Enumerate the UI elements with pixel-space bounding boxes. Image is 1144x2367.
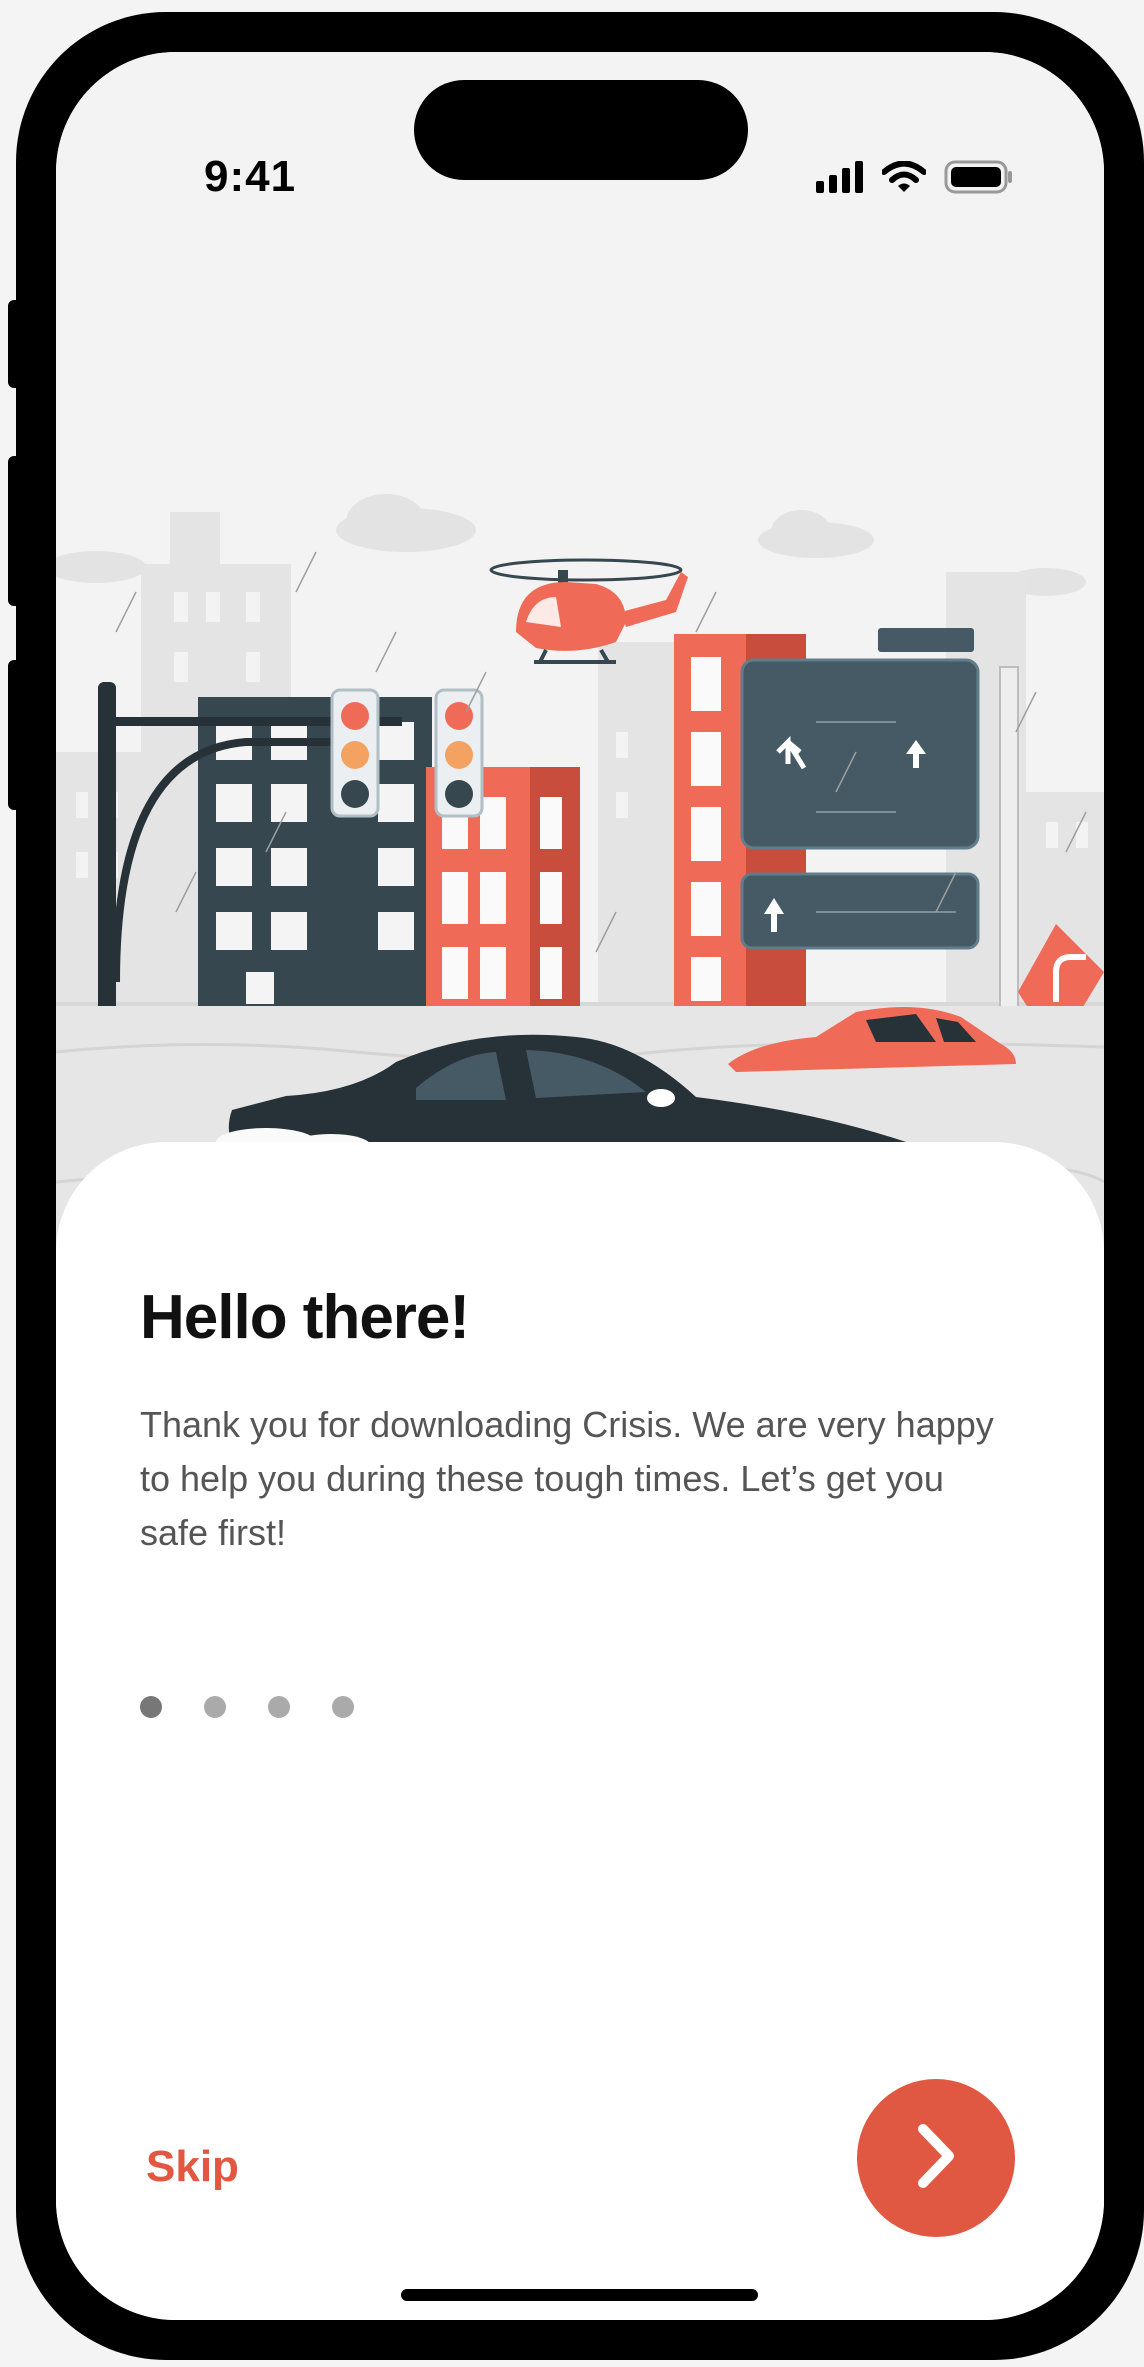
next-button[interactable] xyxy=(857,2079,1015,2237)
status-time: 9:41 xyxy=(204,152,297,201)
volume-down-button xyxy=(8,660,24,810)
silent-switch xyxy=(8,300,24,388)
volume-up-button xyxy=(8,456,24,606)
app-screen: 9:41 Hello there! Thank you for download… xyxy=(56,52,1104,2320)
page-dot-3[interactable] xyxy=(268,1696,290,1718)
page-title: Hello there! xyxy=(140,1283,470,1352)
skip-button[interactable]: Skip xyxy=(146,2142,239,2192)
flooded-city-illustration xyxy=(56,52,1104,1272)
home-indicator[interactable] xyxy=(401,2289,758,2301)
onboarding-card: Hello there! Thank you for downloading C… xyxy=(56,1142,1104,2320)
chevron-right-icon xyxy=(911,2121,961,2196)
page-dot-1[interactable] xyxy=(140,1696,162,1718)
onboarding-description: Thank you for downloading Crisis. We are… xyxy=(140,1404,994,1553)
dynamic-island xyxy=(414,80,748,180)
page-dot-4[interactable] xyxy=(332,1696,354,1718)
status-bar: 9:41 xyxy=(56,52,1104,222)
signal-icon xyxy=(816,161,864,198)
status-icons xyxy=(816,160,1014,199)
battery-icon xyxy=(944,160,1014,199)
page-dot-2[interactable] xyxy=(204,1696,226,1718)
page-indicator xyxy=(140,1696,354,1718)
wifi-icon xyxy=(881,160,927,198)
